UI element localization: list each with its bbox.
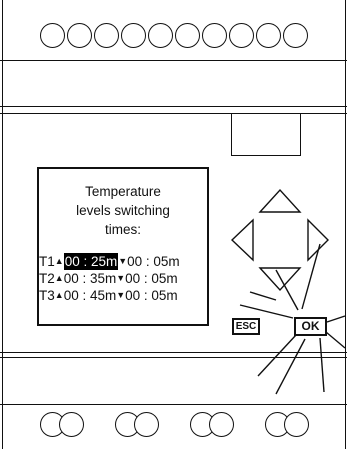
arrow-up-icon[interactable] [258, 188, 302, 213]
arrow-left-icon[interactable] [230, 218, 254, 262]
keypad-graphics [230, 188, 346, 395]
esc-button[interactable]: ESC [232, 318, 260, 335]
arrow-down-icon[interactable] [258, 267, 302, 292]
arrow-right-icon[interactable] [307, 218, 329, 262]
plc-device: Temperature levels switching times: T1▲0… [0, 0, 347, 449]
ok-button[interactable]: OK [294, 317, 327, 336]
